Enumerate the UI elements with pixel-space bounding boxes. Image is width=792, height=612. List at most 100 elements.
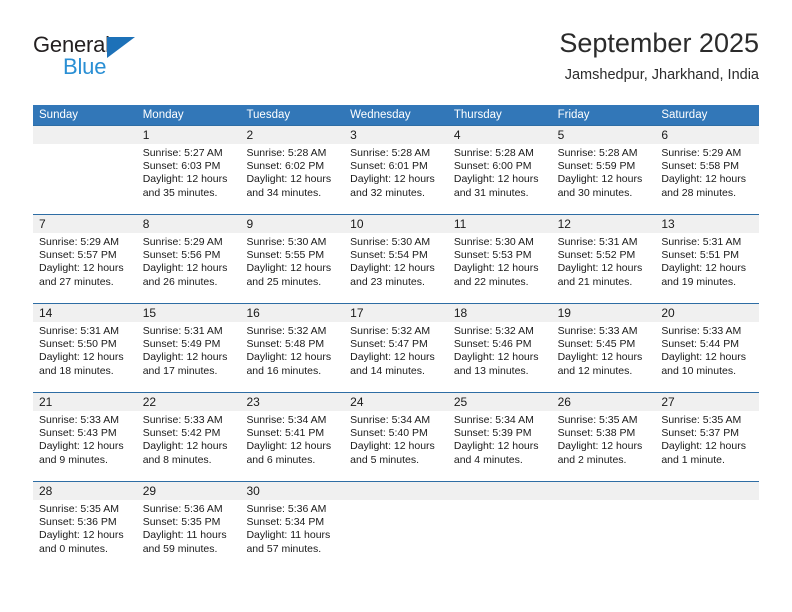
day-number: 17 <box>344 304 448 322</box>
calendar-day-cell[interactable]: 17 Sunrise: 5:32 AM Sunset: 5:47 PM Dayligh… <box>344 304 448 392</box>
day-number: 23 <box>240 393 345 411</box>
calendar-day-cell[interactable]: 30 Sunrise: 5:36 AM Sunset: 5:34 PM Dayligh… <box>240 482 345 570</box>
daylight-duration-line1: Daylight: 12 hours <box>350 173 435 186</box>
daylight-duration-line1: Daylight: 12 hours <box>39 440 124 453</box>
day-number <box>447 482 552 500</box>
daylight-duration-line1: Daylight: 12 hours <box>246 173 332 186</box>
page-subtitle-location: Jamshedpur, Jharkhand, India <box>564 67 759 83</box>
sunrise-time: Sunrise: 5:34 AM <box>246 414 327 426</box>
sunrise-time: Sunrise: 5:33 AM <box>39 414 119 426</box>
calendar-day-cell[interactable]: 29 Sunrise: 5:36 AM Sunset: 5:35 PM Dayligh… <box>136 482 241 570</box>
calendar-day-cell[interactable]: 26 Sunrise: 5:35 AM Sunset: 5:38 PM Dayligh… <box>551 393 656 481</box>
daylight-duration-line1: Daylight: 12 hours <box>142 173 228 186</box>
day-number: 21 <box>33 393 137 411</box>
day-details: Sunrise: 5:29 AM Sunset: 5:57 PM Daylight:… <box>33 233 137 289</box>
day-details: Sunrise: 5:29 AM Sunset: 5:58 PM Daylight:… <box>655 144 759 200</box>
day-details: Sunrise: 5:32 AM Sunset: 5:48 PM Daylight:… <box>240 322 344 378</box>
daylight-duration-line1: Daylight: 12 hours <box>453 440 539 453</box>
sunset-time: Sunset: 6:01 PM <box>350 160 428 173</box>
sunset-time: Sunset: 5:45 PM <box>557 338 636 351</box>
day-details: Sunrise: 5:32 AM Sunset: 5:47 PM Daylight:… <box>344 322 448 378</box>
calendar-day-cell[interactable]: 10 Sunrise: 5:30 AM Sunset: 5:54 PM Dayligh… <box>344 215 448 303</box>
sunrise-time: Sunrise: 5:32 AM <box>246 325 327 337</box>
calendar-day-cell[interactable]: 11 Sunrise: 5:30 AM Sunset: 5:53 PM Dayligh… <box>447 215 552 303</box>
sunrise-time: Sunrise: 5:34 AM <box>453 414 534 426</box>
calendar-day-cell[interactable]: 24 Sunrise: 5:34 AM Sunset: 5:40 PM Dayligh… <box>344 393 448 481</box>
calendar-day-cell[interactable]: 7 Sunrise: 5:29 AM Sunset: 5:57 PM Daylight… <box>33 215 137 303</box>
sunrise-time: Sunrise: 5:35 AM <box>39 503 119 515</box>
daylight-duration-line2: and 12 minutes. <box>557 364 633 377</box>
calendar-day-cell[interactable]: 9 Sunrise: 5:30 AM Sunset: 5:55 PM Daylight… <box>240 215 345 303</box>
daylight-duration-line1: Daylight: 12 hours <box>557 262 643 275</box>
sunrise-time: Sunrise: 5:35 AM <box>557 414 638 426</box>
daylight-duration-line2: and 18 minutes. <box>39 364 114 377</box>
daylight-duration-line1: Daylight: 12 hours <box>557 440 643 453</box>
calendar-day-cell[interactable]: 3 Sunrise: 5:28 AM Sunset: 6:01 PM Daylight… <box>344 126 448 214</box>
daylight-duration-line1: Daylight: 12 hours <box>350 262 435 275</box>
day-number: 9 <box>240 215 345 233</box>
sunrise-time: Sunrise: 5:30 AM <box>350 236 431 248</box>
day-details <box>655 500 759 503</box>
calendar-day-cell[interactable]: 1 Sunrise: 5:27 AM Sunset: 6:03 PM Daylight… <box>136 126 241 214</box>
daylight-duration-line1: Daylight: 12 hours <box>557 173 643 186</box>
day-details: Sunrise: 5:34 AM Sunset: 5:41 PM Daylight:… <box>240 411 344 467</box>
daylight-duration-line1: Daylight: 12 hours <box>39 351 124 364</box>
sunset-time: Sunset: 6:03 PM <box>142 160 221 173</box>
day-details: Sunrise: 5:33 AM Sunset: 5:45 PM Daylight:… <box>552 322 656 378</box>
sunrise-time: Sunrise: 5:28 AM <box>453 147 534 159</box>
sunset-time: Sunset: 5:39 PM <box>453 427 532 440</box>
calendar-day-cell[interactable]: 14 Sunrise: 5:31 AM Sunset: 5:50 PM Dayligh… <box>33 304 137 392</box>
sunset-time: Sunset: 6:02 PM <box>246 160 325 173</box>
calendar-day-cell[interactable]: 6 Sunrise: 5:29 AM Sunset: 5:58 PM Daylight… <box>655 126 760 214</box>
day-number <box>551 482 656 500</box>
day-details <box>344 500 448 503</box>
sunrise-time: Sunrise: 5:31 AM <box>557 236 638 248</box>
sunset-time: Sunset: 5:42 PM <box>142 427 221 440</box>
day-details <box>552 500 656 503</box>
sunset-time: Sunset: 6:00 PM <box>453 160 532 173</box>
daylight-duration-line1: Daylight: 12 hours <box>246 262 332 275</box>
calendar-day-cell[interactable]: 21 Sunrise: 5:33 AM Sunset: 5:43 PM Dayligh… <box>33 393 137 481</box>
calendar-day-cell[interactable]: 20 Sunrise: 5:33 AM Sunset: 5:44 PM Dayligh… <box>655 304 760 392</box>
calendar-day-cell[interactable]: 15 Sunrise: 5:31 AM Sunset: 5:49 PM Dayligh… <box>136 304 241 392</box>
sunrise-time: Sunrise: 5:29 AM <box>142 236 223 248</box>
calendar-week-row: 1 Sunrise: 5:27 AM Sunset: 6:03 PM Daylight… <box>33 125 760 214</box>
sunset-time: Sunset: 5:44 PM <box>661 338 739 351</box>
calendar-day-cell[interactable]: 8 Sunrise: 5:29 AM Sunset: 5:56 PM Daylight… <box>136 215 241 303</box>
logo-text-blue: Blue <box>63 54 107 79</box>
calendar-day-cell[interactable]: 5 Sunrise: 5:28 AM Sunset: 5:59 PM Daylight… <box>551 126 656 214</box>
calendar-day-cell[interactable]: 16 Sunrise: 5:32 AM Sunset: 5:48 PM Dayligh… <box>240 304 345 392</box>
sunrise-time: Sunrise: 5:33 AM <box>661 325 742 337</box>
calendar-day-cell[interactable]: 2 Sunrise: 5:28 AM Sunset: 6:02 PM Daylight… <box>240 126 345 214</box>
daylight-duration-line1: Daylight: 11 hours <box>142 529 227 542</box>
daylight-duration-line2: and 35 minutes. <box>142 186 218 199</box>
day-number: 14 <box>33 304 137 322</box>
sunrise-time: Sunrise: 5:31 AM <box>39 325 119 337</box>
calendar-day-cell-empty <box>344 482 448 570</box>
daylight-duration-line2: and 30 minutes. <box>557 186 633 199</box>
calendar-day-cell-empty <box>551 482 656 570</box>
calendar-day-cell[interactable]: 19 Sunrise: 5:33 AM Sunset: 5:45 PM Dayligh… <box>551 304 656 392</box>
day-number: 12 <box>551 215 656 233</box>
day-number: 29 <box>136 482 241 500</box>
calendar-day-cell[interactable]: 22 Sunrise: 5:33 AM Sunset: 5:42 PM Dayligh… <box>136 393 241 481</box>
calendar-day-cell[interactable]: 12 Sunrise: 5:31 AM Sunset: 5:52 PM Dayligh… <box>551 215 656 303</box>
calendar-day-cell[interactable]: 4 Sunrise: 5:28 AM Sunset: 6:00 PM Daylight… <box>447 126 552 214</box>
day-details: Sunrise: 5:34 AM Sunset: 5:39 PM Daylight:… <box>448 411 552 467</box>
daylight-duration-line1: Daylight: 12 hours <box>453 262 539 275</box>
daylight-duration-line1: Daylight: 12 hours <box>142 262 228 275</box>
calendar-day-cell[interactable]: 18 Sunrise: 5:32 AM Sunset: 5:46 PM Dayligh… <box>447 304 552 392</box>
day-details: Sunrise: 5:31 AM Sunset: 5:52 PM Daylight:… <box>552 233 656 289</box>
weekday-header-row: Sunday Monday Tuesday Wednesday Thursday Frid… <box>33 105 759 125</box>
general-blue-logo: General Blue <box>33 32 163 82</box>
calendar-day-cell[interactable]: 23 Sunrise: 5:34 AM Sunset: 5:41 PM Dayligh… <box>240 393 345 481</box>
calendar-day-cell[interactable]: 25 Sunrise: 5:34 AM Sunset: 5:39 PM Dayligh… <box>447 393 552 481</box>
calendar-day-cell[interactable]: 28 Sunrise: 5:35 AM Sunset: 5:36 PM Dayligh… <box>33 482 137 570</box>
sunrise-time: Sunrise: 5:30 AM <box>246 236 327 248</box>
daylight-duration-line1: Daylight: 12 hours <box>661 173 746 186</box>
day-details: Sunrise: 5:31 AM Sunset: 5:49 PM Daylight:… <box>137 322 241 378</box>
day-number <box>33 126 137 144</box>
calendar-day-cell[interactable]: 27 Sunrise: 5:35 AM Sunset: 5:37 PM Dayligh… <box>655 393 760 481</box>
day-number: 3 <box>344 126 448 144</box>
calendar-day-cell[interactable]: 13 Sunrise: 5:31 AM Sunset: 5:51 PM Dayligh… <box>655 215 760 303</box>
